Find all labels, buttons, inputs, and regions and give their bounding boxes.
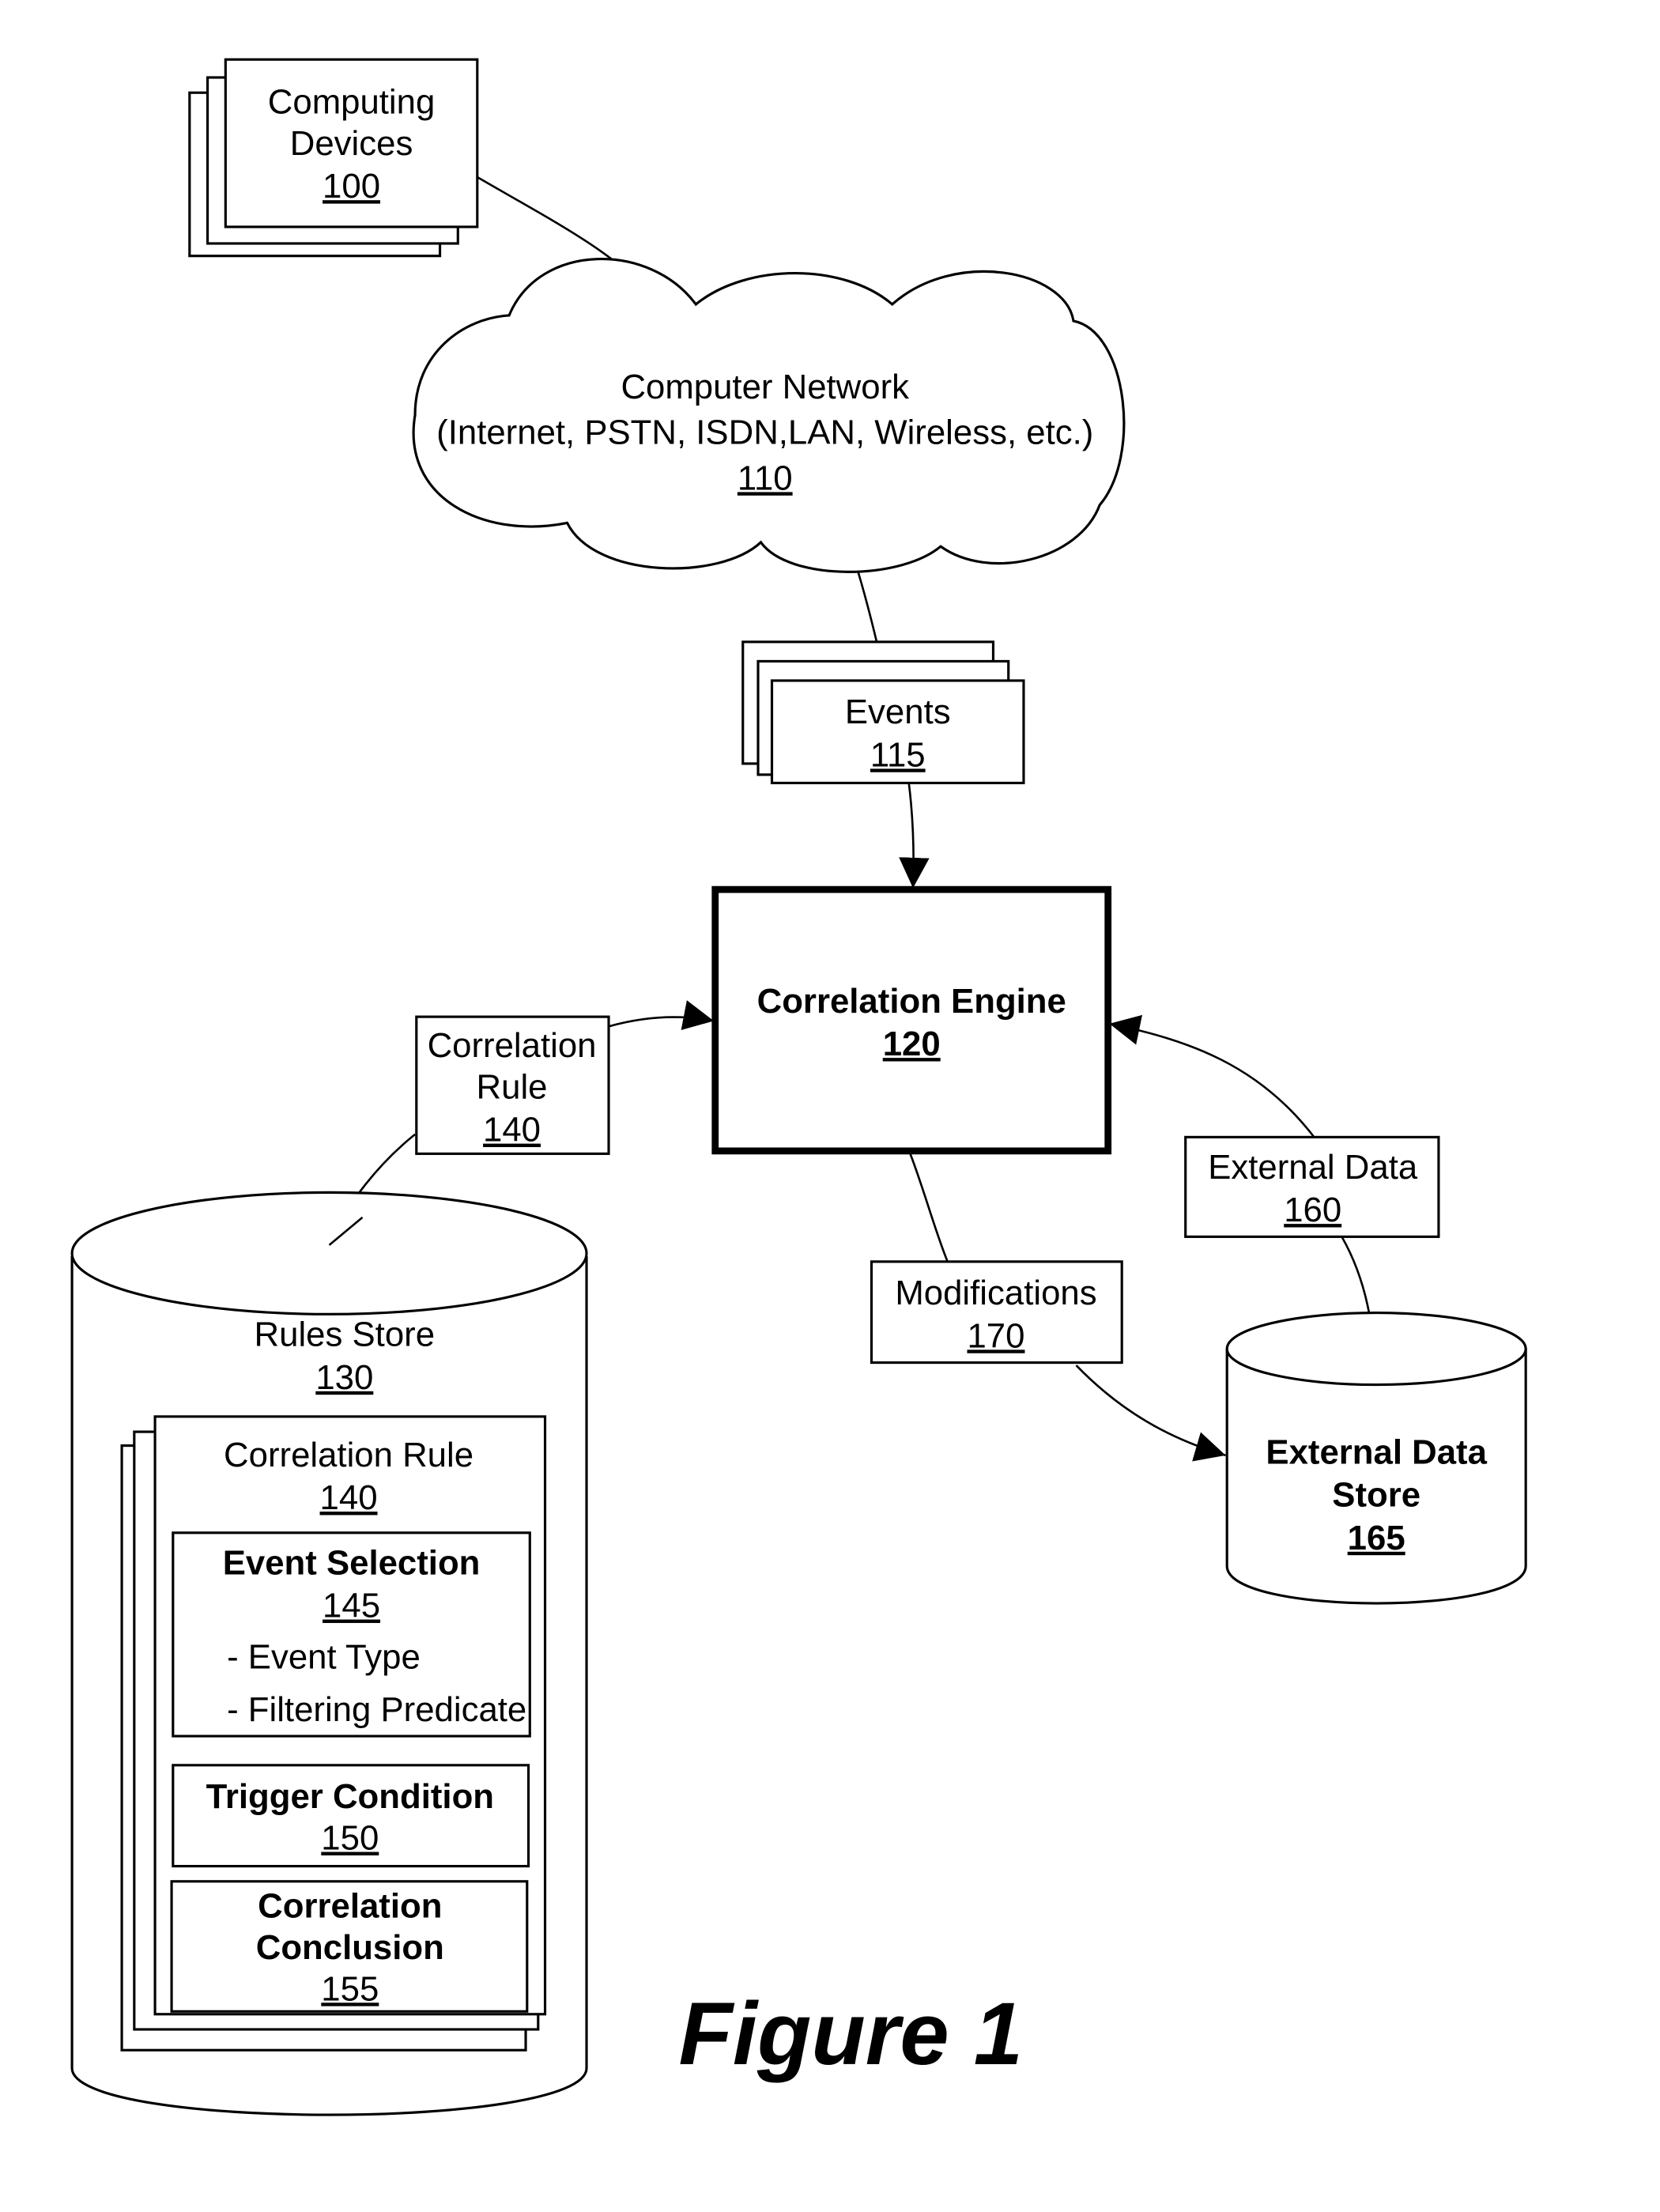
- svg-text:145: 145: [323, 1587, 380, 1625]
- rules-store-cylinder-top: [70, 1191, 588, 1315]
- arrow-events-to-engine: [899, 783, 930, 889]
- svg-text:170: 170: [967, 1316, 1024, 1355]
- svg-text:Store: Store: [1332, 1476, 1420, 1515]
- event-selection-item-filtering-predicate: - Filtering Predicate: [227, 1690, 526, 1729]
- correlation-engine-ref: 120: [883, 1025, 941, 1063]
- svg-text:120: 120: [883, 1025, 941, 1063]
- arrow-modifications-to-datastore: [1075, 1365, 1226, 1462]
- trigger-condition-label: Trigger Condition: [206, 1777, 494, 1816]
- events-label: Events: [845, 693, 951, 731]
- svg-text:100: 100: [323, 167, 380, 206]
- svg-text:Correlation: Correlation: [258, 1886, 442, 1925]
- arrow-rule-to-engine: [608, 1000, 715, 1031]
- svg-text:110: 110: [738, 459, 793, 497]
- external-data-store-label-1: External Data: [1266, 1433, 1487, 1471]
- events-node: Events 115: [741, 640, 1025, 784]
- correlation-conclusion-node: Correlation Conclusion 155: [170, 1880, 529, 2013]
- external-data-node: External Data 160: [1184, 1135, 1440, 1238]
- trigger-condition-node: Trigger Condition 150: [172, 1764, 530, 1868]
- svg-text:Trigger Condition: Trigger Condition: [206, 1777, 494, 1816]
- connector-engine-to-modifications: [909, 1153, 949, 1263]
- svg-text:Correlation Engine: Correlation Engine: [757, 982, 1066, 1021]
- svg-text:Devices: Devices: [290, 124, 413, 163]
- external-data-store-label-2: Store: [1332, 1476, 1420, 1515]
- datastore-cylinder-top: [1225, 1312, 1527, 1387]
- figure-title: Figure 1: [678, 1984, 1023, 2083]
- svg-text:Rules Store: Rules Store: [255, 1315, 436, 1354]
- correlation-conclusion-ref: 155: [321, 1969, 379, 2008]
- svg-text:160: 160: [1284, 1191, 1341, 1229]
- computer-network-label-2: (Internet, PSTN, ISDN,LAN, Wireless, etc…: [436, 413, 1093, 452]
- event-selection-label: Event Selection: [223, 1543, 481, 1582]
- rules-store-node: Rules Store 130 Correlation Rule 140 Eve…: [70, 1191, 588, 2116]
- svg-text:Computing: Computing: [268, 82, 436, 121]
- svg-text:130: 130: [315, 1358, 373, 1397]
- svg-text:External Data: External Data: [1208, 1148, 1418, 1187]
- svg-text:Rule: Rule: [477, 1067, 548, 1106]
- modifications-ref: 170: [967, 1316, 1024, 1355]
- svg-text:Computer Network: Computer Network: [621, 368, 909, 406]
- svg-text:115: 115: [870, 735, 926, 774]
- svg-text:Modifications: Modifications: [895, 1274, 1096, 1312]
- computing-devices-label-2: Devices: [290, 124, 413, 163]
- svg-text:Correlation Rule: Correlation Rule: [224, 1436, 473, 1474]
- external-data-ref: 160: [1284, 1191, 1341, 1229]
- modifications-label: Modifications: [895, 1274, 1096, 1312]
- modifications-node: Modifications 170: [870, 1260, 1123, 1365]
- computer-network-label-1: Computer Network: [621, 368, 909, 406]
- svg-text:External Data: External Data: [1266, 1433, 1487, 1471]
- correlation-conclusion-label-2: Conclusion: [256, 1928, 444, 1967]
- svg-text:140: 140: [320, 1478, 378, 1517]
- computing-devices-label-1: Computing: [268, 82, 436, 121]
- correlation-rule-flow-ref: 140: [483, 1111, 541, 1149]
- computer-network-ref: 110: [738, 459, 793, 497]
- computer-network-node: Computer Network (Internet, PSTN, ISDN,L…: [412, 257, 1126, 573]
- svg-text:- Filtering Predicate: - Filtering Predicate: [227, 1690, 526, 1729]
- svg-text:150: 150: [321, 1819, 379, 1858]
- correlation-rule-label: Correlation Rule: [224, 1436, 473, 1474]
- correlation-rule-ref: 140: [320, 1478, 378, 1517]
- arrow-external-data-to-engine: [1109, 1014, 1315, 1138]
- event-selection-item-event-type: - Event Type: [227, 1637, 421, 1676]
- svg-text:165: 165: [1348, 1519, 1405, 1557]
- correlation-rule-flow-label-1: Correlation: [428, 1026, 597, 1065]
- svg-text:140: 140: [483, 1111, 541, 1149]
- correlation-rule-node: Correlation Rule 140 Event Selection 145…: [120, 1415, 547, 2052]
- correlation-rule-flow-node: Correlation Rule 140: [415, 1015, 610, 1155]
- svg-text:- Event Type: - Event Type: [227, 1637, 421, 1676]
- svg-text:(Internet, PSTN, ISDN,LAN, Wir: (Internet, PSTN, ISDN,LAN, Wireless, etc…: [436, 413, 1093, 452]
- svg-text:Event Selection: Event Selection: [223, 1543, 481, 1582]
- svg-text:Conclusion: Conclusion: [256, 1928, 444, 1967]
- rules-store-label: Rules Store: [255, 1315, 436, 1354]
- external-data-store-ref: 165: [1348, 1519, 1405, 1557]
- event-selection-ref: 145: [323, 1587, 380, 1625]
- event-selection-node: Event Selection 145 - Event Type - Filte…: [172, 1531, 531, 1738]
- correlation-engine-node: Correlation Engine 120: [711, 885, 1112, 1155]
- svg-text:Correlation: Correlation: [428, 1026, 597, 1065]
- rules-store-ref: 130: [315, 1358, 373, 1397]
- figure-canvas: Computing Devices 100 Computer Network (…: [70, 58, 1527, 2116]
- svg-text:155: 155: [321, 1969, 379, 2008]
- svg-text:Events: Events: [845, 693, 951, 731]
- correlation-rule-flow-label-2: Rule: [477, 1067, 548, 1106]
- external-data-store-node: External Data Store 165: [1225, 1312, 1527, 1605]
- external-data-label: External Data: [1208, 1148, 1418, 1187]
- svg-text:Figure 1: Figure 1: [678, 1984, 1023, 2083]
- computing-devices-node: Computing Devices 100: [188, 58, 479, 258]
- correlation-conclusion-label-1: Correlation: [258, 1886, 442, 1925]
- correlation-engine-label: Correlation Engine: [757, 982, 1066, 1021]
- computing-devices-ref: 100: [323, 167, 380, 206]
- trigger-condition-ref: 150: [321, 1819, 379, 1858]
- events-ref: 115: [870, 735, 926, 774]
